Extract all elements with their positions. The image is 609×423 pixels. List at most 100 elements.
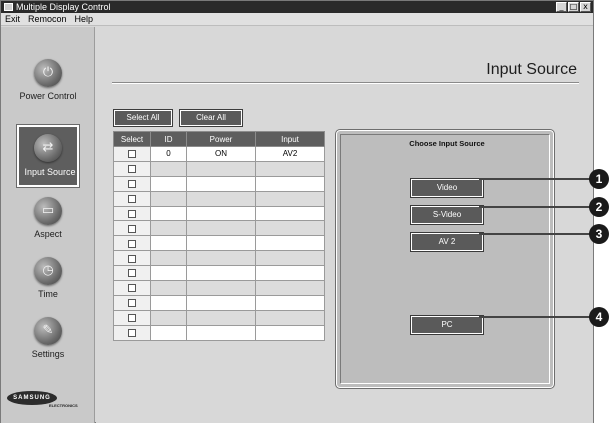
table-row[interactable]: 0 ON AV2 — [113, 146, 325, 162]
id-cell — [150, 160, 187, 177]
power-cell — [186, 235, 256, 252]
select-all-button[interactable]: Select All — [113, 109, 173, 127]
id-cell: 0 — [150, 146, 187, 162]
app-window: Multiple Display Control _ □ x Exit Remo… — [0, 0, 594, 423]
pc-button[interactable]: PC — [410, 315, 484, 335]
power-cell — [186, 160, 256, 177]
row-checkbox[interactable] — [128, 314, 136, 323]
table-row[interactable] — [113, 190, 325, 207]
minimize-button[interactable]: _ — [556, 2, 567, 12]
id-cell — [150, 235, 187, 252]
id-cell — [150, 280, 187, 296]
sidebar-item-label: Settings — [31, 349, 65, 359]
sidebar-item-input-source[interactable]: ⇄ Input Source — [16, 124, 80, 188]
input-cell — [255, 235, 325, 252]
table-row[interactable] — [113, 175, 325, 192]
close-button[interactable]: x — [580, 2, 591, 12]
input-cell — [255, 309, 325, 326]
row-checkbox[interactable] — [128, 299, 136, 308]
table-row[interactable] — [113, 205, 325, 222]
settings-icon: ✎ — [34, 317, 62, 345]
id-cell — [150, 324, 187, 341]
row-checkbox[interactable] — [128, 239, 136, 248]
sidebar-item-time[interactable]: ◷ Time — [1, 249, 95, 309]
app-icon — [4, 3, 13, 11]
panel-title: Choose Input Source — [409, 139, 485, 148]
power-cell — [186, 324, 256, 341]
id-cell — [150, 265, 187, 282]
row-checkbox[interactable] — [128, 329, 136, 338]
input-cell — [255, 324, 325, 341]
clear-all-button[interactable]: Clear All — [179, 109, 243, 127]
input-cell: AV2 — [255, 146, 325, 162]
id-cell — [150, 309, 187, 326]
select-cell — [113, 190, 151, 207]
input-cell — [255, 160, 325, 177]
input-source-icon: ⇄ — [34, 134, 62, 162]
id-cell — [150, 190, 187, 207]
select-cell — [113, 220, 151, 237]
table-row[interactable] — [113, 324, 325, 341]
callout-line-1 — [479, 178, 594, 180]
select-cell — [113, 309, 151, 326]
row-checkbox[interactable] — [128, 180, 136, 189]
power-cell — [186, 294, 256, 311]
row-checkbox[interactable] — [128, 224, 136, 233]
sidebar-item-aspect[interactable]: ▭ Aspect — [1, 189, 95, 249]
power-cell — [186, 175, 256, 192]
row-checkbox[interactable] — [128, 209, 136, 218]
table-row[interactable] — [113, 309, 325, 326]
page-title: Input Source — [486, 61, 577, 78]
input-cell — [255, 265, 325, 282]
menu-exit[interactable]: Exit — [1, 13, 24, 26]
row-checkbox[interactable] — [128, 150, 136, 159]
table-row[interactable] — [113, 265, 325, 282]
power-cell — [186, 205, 256, 222]
sidebar-item-settings[interactable]: ✎ Settings — [1, 309, 95, 369]
menu-remocon[interactable]: Remocon — [24, 13, 71, 26]
panel-inner: Choose Input Source Video S-Video AV 2 P… — [340, 134, 550, 384]
table-row[interactable] — [113, 235, 325, 252]
select-cell — [113, 250, 151, 267]
maximize-button[interactable]: □ — [568, 2, 579, 12]
input-cell — [255, 205, 325, 222]
input-cell — [255, 294, 325, 311]
row-checkbox[interactable] — [128, 195, 136, 203]
id-cell — [150, 250, 187, 267]
input-cell — [255, 220, 325, 237]
power-cell: ON — [186, 146, 256, 162]
input-cell — [255, 280, 325, 296]
aspect-icon: ▭ — [34, 197, 62, 225]
menu-bar: Exit Remocon Help — [1, 13, 593, 26]
power-cell — [186, 265, 256, 282]
row-checkbox[interactable] — [128, 284, 136, 293]
select-cell — [113, 146, 151, 162]
col-header-input: Input — [255, 131, 325, 147]
select-cell — [113, 324, 151, 341]
table-row[interactable] — [113, 294, 325, 311]
row-checkbox[interactable] — [128, 269, 136, 278]
table-row[interactable] — [113, 160, 325, 177]
sidebar: ⏻ Power Control ⇄ Input Source ▭ Aspect … — [1, 27, 95, 423]
table-row[interactable] — [113, 280, 325, 296]
row-checkbox[interactable] — [128, 165, 136, 174]
table-body: 0 ON AV2 — [113, 146, 325, 341]
menu-help[interactable]: Help — [71, 13, 98, 26]
samsung-logo: SAMSUNG ELECTRONICS — [7, 391, 89, 411]
table-row[interactable] — [113, 220, 325, 237]
input-cell — [255, 175, 325, 192]
sidebar-item-label: Power Control — [19, 91, 77, 101]
logo-sub: ELECTRONICS — [49, 403, 78, 408]
callout-2: 2 — [589, 197, 609, 217]
power-cell — [186, 190, 256, 207]
sidebar-item-label: Aspect — [34, 229, 62, 239]
col-header-power: Power — [186, 131, 256, 147]
av2-button[interactable]: AV 2 — [410, 232, 484, 252]
sidebar-item-power-control[interactable]: ⏻ Power Control — [1, 51, 95, 111]
s-video-button[interactable]: S-Video — [410, 205, 484, 225]
video-button[interactable]: Video — [410, 178, 484, 198]
select-cell — [113, 175, 151, 192]
row-checkbox[interactable] — [128, 254, 136, 263]
power-cell — [186, 280, 256, 296]
table-row[interactable] — [113, 250, 325, 267]
